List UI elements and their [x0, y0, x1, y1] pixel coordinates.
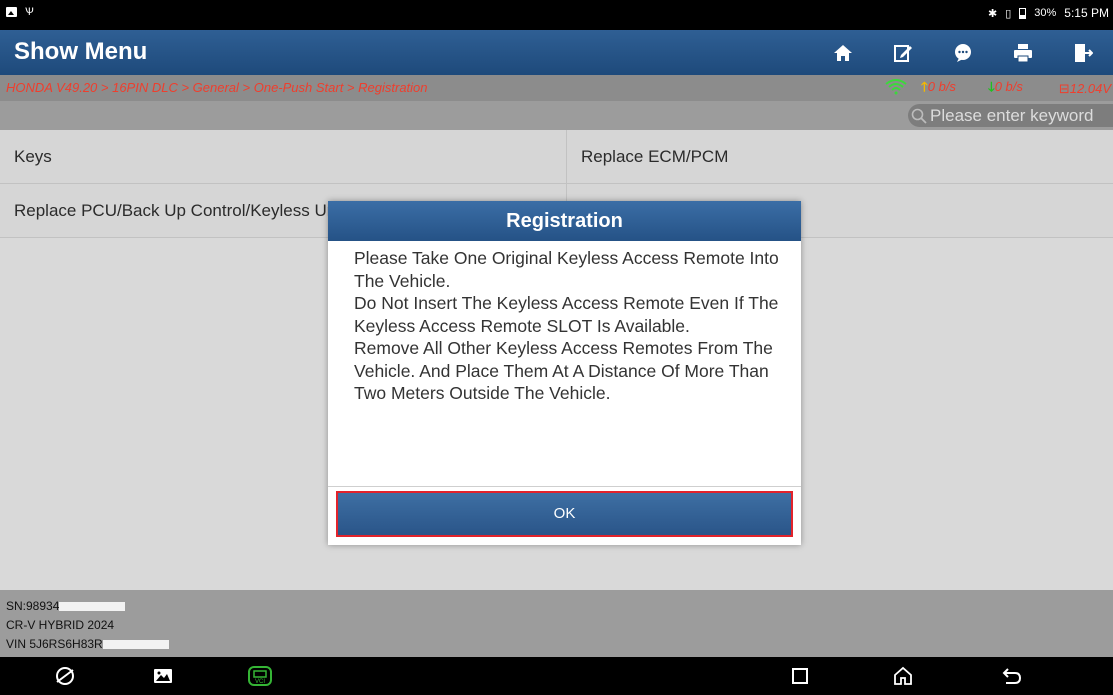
- home-nav-button[interactable]: [891, 664, 915, 688]
- battery-icon: [1019, 7, 1027, 19]
- back-icon: [1002, 668, 1022, 684]
- battery-percent: 30%: [1034, 7, 1057, 19]
- gallery-icon: [154, 669, 172, 683]
- browser-button[interactable]: [52, 664, 78, 688]
- browser-icon: [56, 667, 74, 685]
- bluetooth-icon: ✱: [987, 7, 998, 20]
- ok-button[interactable]: OK: [336, 491, 793, 537]
- dialog-paragraph: Remove All Other Keyless Access Remotes …: [354, 338, 773, 403]
- status-bar: Ѱ ✱ ▯ 30% 5:15 PM: [0, 0, 1113, 30]
- navigation-bar: VCI: [0, 657, 1113, 695]
- recent-apps-button[interactable]: [788, 664, 812, 688]
- dialog-paragraph: Do Not Insert The Keyless Access Remote …: [354, 293, 779, 336]
- vibrate-icon: ▯: [1005, 7, 1012, 20]
- dialog-message: Please Take One Original Keyless Access …: [354, 247, 784, 405]
- dialog-title: Registration: [328, 201, 801, 241]
- dialog-paragraph: Please Take One Original Keyless Access …: [354, 248, 779, 291]
- svg-text:VCI: VCI: [255, 679, 265, 685]
- registration-dialog: Registration Please Take One Original Ke…: [328, 201, 801, 545]
- home-nav-icon: [894, 666, 912, 685]
- back-button[interactable]: [1000, 664, 1024, 688]
- divider: [328, 486, 801, 487]
- vci-button[interactable]: VCI: [245, 664, 275, 688]
- recent-apps-icon: [792, 668, 808, 684]
- usb-icon: Ѱ: [25, 6, 34, 18]
- clock: 5:15 PM: [1064, 6, 1109, 20]
- gallery-button[interactable]: [150, 664, 176, 688]
- modal-overlay: Registration Please Take One Original Ke…: [0, 30, 1113, 657]
- image-notification-icon: [6, 7, 17, 17]
- vci-icon: VCI: [248, 666, 272, 686]
